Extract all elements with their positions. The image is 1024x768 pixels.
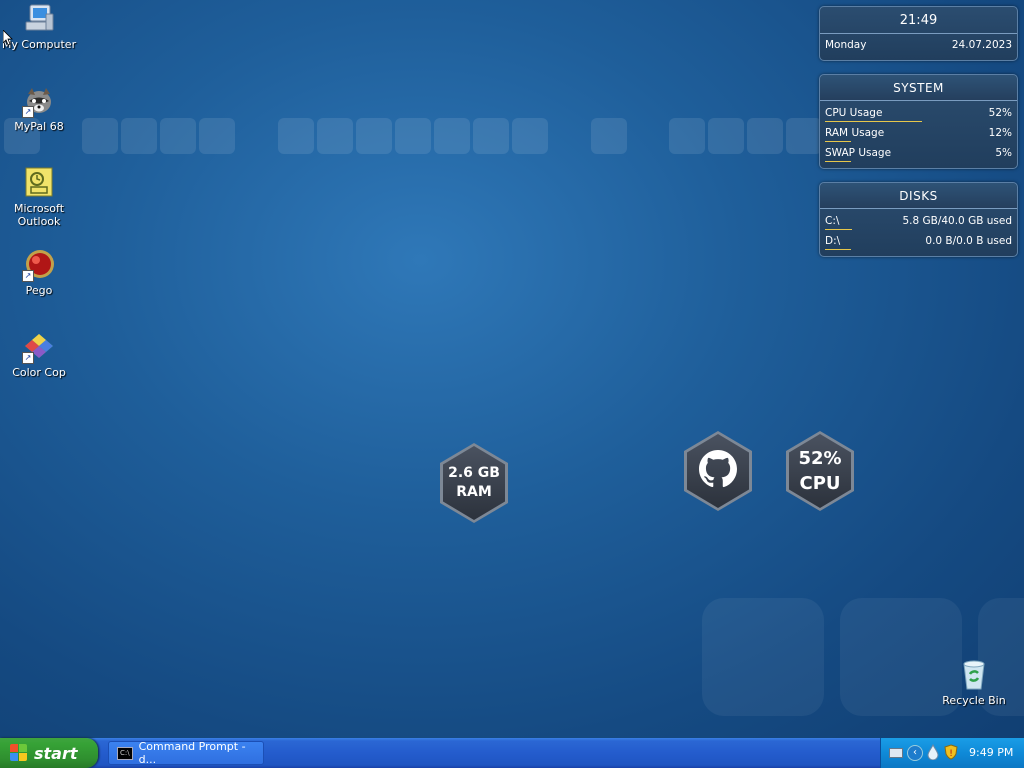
svg-text:!: !	[949, 749, 953, 759]
desktop-icon-color-cop[interactable]: ↗ Color Cop	[0, 330, 78, 379]
disks-widget-title: DISKS	[820, 183, 1017, 209]
shortcut-arrow-icon: ↗	[22, 270, 34, 282]
pego-icon: ↗	[22, 248, 56, 282]
row-value: 52%	[988, 107, 1012, 119]
usage-bar	[825, 229, 853, 230]
color-cop-icon: ↗	[22, 330, 56, 364]
ram-gadget[interactable]: 2.6 GB RAM	[440, 443, 508, 523]
desktop-icon-mypal[interactable]: ↗ MyPal 68	[0, 84, 78, 133]
system-widget-title: SYSTEM	[820, 75, 1017, 101]
taskbar: start C:\ Command Prompt - d... ‹ ! 9:49…	[0, 738, 1024, 768]
windows-flag-icon	[10, 744, 28, 762]
ram-gadget-value: 2.6 GB	[448, 465, 500, 481]
ram-usage-row: RAM Usage 12%	[820, 124, 1017, 144]
desktop-icon-label: Microsoft Outlook	[13, 202, 65, 228]
row-value: 5.8 GB/40.0 GB used	[902, 215, 1012, 227]
start-label: start	[34, 743, 78, 763]
cpu-usage-row: CPU Usage 52%	[820, 104, 1017, 124]
usage-bar	[825, 249, 851, 250]
ram-gadget-label: RAM	[456, 484, 492, 500]
system-tray: ‹ ! 9:49 PM	[880, 738, 1024, 768]
desktop-icon-recycle-bin[interactable]: Recycle Bin	[935, 658, 1013, 707]
cpu-gadget-value: 52%	[798, 448, 842, 469]
cpu-gadget[interactable]: 52% CPU	[786, 431, 854, 511]
clock-widget: 21:49 Monday 24.07.2023	[819, 6, 1018, 61]
desktop-icon-label: Recycle Bin	[942, 694, 1006, 707]
usage-bar	[825, 161, 851, 162]
cpu-gadget-label: CPU	[799, 473, 841, 494]
system-widget: SYSTEM CPU Usage 52% RAM Usage 12% SWAP …	[819, 74, 1018, 169]
github-icon	[699, 450, 737, 492]
mouse-cursor-icon	[2, 29, 13, 50]
widget-time: 21:49	[820, 7, 1017, 34]
keyboard-icon[interactable]	[889, 748, 903, 758]
desktop-icon-label: Color Cop	[12, 366, 66, 379]
shortcut-arrow-icon: ↗	[22, 352, 34, 364]
start-button[interactable]: start	[0, 738, 98, 768]
disk-c-row: C:\ 5.8 GB/40.0 GB used	[820, 212, 1017, 232]
github-gadget[interactable]	[684, 431, 752, 511]
row-value: 0.0 B/0.0 B used	[925, 235, 1012, 247]
widget-date: 24.07.2023	[951, 39, 1012, 51]
desktop-icon-pego[interactable]: ↗ Pego	[0, 248, 78, 297]
row-value: 5%	[995, 147, 1012, 159]
chevron-left-icon[interactable]: ‹	[907, 745, 923, 761]
widget-day: Monday	[825, 39, 867, 51]
outlook-icon	[22, 166, 56, 200]
tray-clock[interactable]: 9:49 PM	[969, 746, 1013, 759]
disks-widget: DISKS C:\ 5.8 GB/40.0 GB used D:\ 0.0 B/…	[819, 182, 1018, 257]
raccoon-icon: ↗	[22, 84, 56, 118]
desktop-icon-label: Pego	[25, 284, 53, 297]
disk-d-row: D:\ 0.0 B/0.0 B used	[820, 232, 1017, 252]
security-shield-icon[interactable]: !	[944, 744, 958, 763]
usage-bar	[825, 121, 923, 122]
desktop-icon-label: MyPal 68	[14, 120, 64, 133]
swap-usage-row: SWAP Usage 5%	[820, 144, 1017, 164]
desktop-icon-outlook[interactable]: Microsoft Outlook	[0, 166, 78, 228]
usage-bar	[825, 141, 851, 142]
computer-icon	[22, 2, 56, 36]
command-prompt-icon: C:\	[117, 746, 133, 760]
recycle-bin-icon	[957, 658, 991, 692]
shortcut-arrow-icon: ↗	[22, 106, 34, 118]
taskbar-button-command-prompt[interactable]: C:\ Command Prompt - d...	[108, 740, 264, 766]
task-button-label: Command Prompt - d...	[138, 740, 246, 766]
drop-icon[interactable]	[927, 743, 939, 763]
row-value: 12%	[988, 127, 1012, 139]
